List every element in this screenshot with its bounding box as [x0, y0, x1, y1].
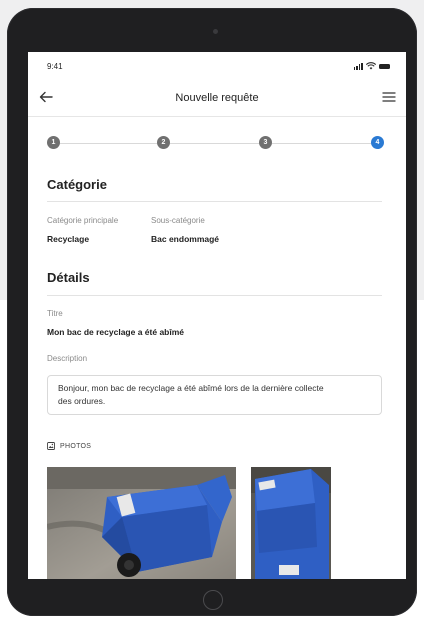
photos-label: PHOTOS: [60, 442, 92, 450]
category-main-value: Recyclage: [47, 234, 90, 244]
page-title: Nouvelle requête: [175, 92, 259, 104]
image-icon: [47, 442, 55, 450]
step-1: 1: [47, 136, 60, 149]
status-bar: 9:41: [28, 52, 406, 80]
step-4: 4: [371, 136, 384, 149]
section-title-details: Détails: [47, 270, 90, 285]
category-main-label: Catégorie principale: [47, 216, 119, 225]
divider: [47, 201, 382, 202]
home-button[interactable]: [203, 590, 223, 610]
wifi-icon: [366, 62, 376, 70]
description-field[interactable]: Bonjour, mon bac de recyclage a été abîm…: [47, 375, 382, 415]
step-3: 3: [259, 136, 272, 149]
stepper-connector: [60, 143, 157, 144]
hamburger-menu-icon[interactable]: [382, 90, 396, 104]
screen: 9:41 Nouvelle requête 1 2 3 4 Catégorie …: [28, 52, 406, 579]
photo-thumbnail[interactable]: [47, 467, 236, 579]
title-label: Titre: [47, 309, 63, 318]
description-line: des ordures.: [58, 396, 106, 406]
subcategory-label: Sous-catégorie: [151, 216, 205, 225]
status-icons: [353, 62, 390, 70]
photo-thumbnail[interactable]: [251, 467, 331, 579]
recycling-bin-photo: [47, 467, 236, 579]
stepper-connector: [170, 143, 259, 144]
signal-icon: [353, 62, 363, 70]
description-line: Bonjour, mon bac de recyclage a été abîm…: [58, 383, 324, 393]
divider: [47, 295, 382, 296]
app-header: Nouvelle requête: [28, 80, 406, 117]
title-value: Mon bac de recyclage a été abîmé: [47, 327, 185, 337]
status-time: 9:41: [47, 62, 63, 71]
subcategory-value: Bac endommagé: [151, 234, 220, 244]
camera-icon: [213, 29, 218, 34]
stepper-connector: [272, 143, 371, 144]
section-title-categorie: Catégorie: [47, 177, 107, 192]
battery-icon: [379, 63, 390, 69]
recycling-bin-photo: [251, 467, 331, 579]
stepper: 1 2 3 4: [47, 136, 384, 150]
photos-header: PHOTOS: [47, 442, 91, 450]
step-2: 2: [157, 136, 170, 149]
description-label: Description: [47, 354, 88, 363]
